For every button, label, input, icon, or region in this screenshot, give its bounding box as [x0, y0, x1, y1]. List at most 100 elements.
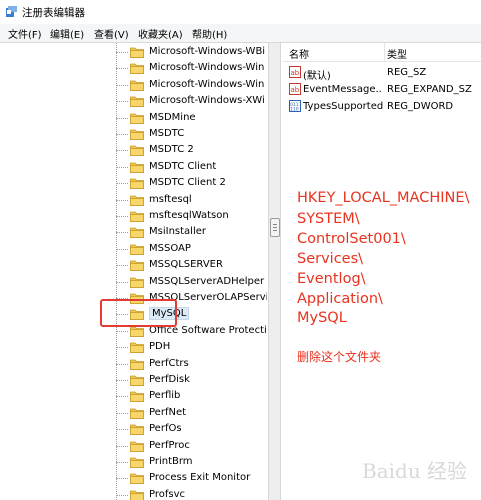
tree-item[interactable]: MSDTC Client	[116, 159, 266, 175]
folder-icon	[130, 441, 144, 452]
tree-item[interactable]: PerfDisk	[116, 372, 266, 388]
tree-item-label: MSDTC Client 2	[149, 177, 226, 189]
tree-item[interactable]: PrintBrm	[116, 454, 266, 470]
annotation-path-line: Application\	[297, 291, 383, 307]
value-name: (默认)	[303, 71, 331, 82]
tree-item-label: MSDMine	[149, 111, 196, 123]
tree-item[interactable]: PerfNet	[116, 405, 266, 421]
tree-item-label: MSSQLServerADHelper	[149, 275, 265, 287]
annotation-path-line: Eventlog\	[297, 271, 366, 287]
tree-item[interactable]: Microsoft-Windows-Win	[116, 60, 266, 76]
window-title: 注册表编辑器	[22, 7, 85, 19]
folder-icon	[130, 162, 144, 173]
tree-item[interactable]: MSSQLSERVER	[116, 257, 266, 273]
tree-item-label: Microsoft-Windows-Win	[149, 62, 265, 74]
menu-help[interactable]: 帮助(H)	[192, 26, 227, 41]
annotation-path-line: ControlSet001\	[297, 231, 406, 247]
menu-view[interactable]: 查看(V)	[94, 26, 129, 41]
folder-icon	[130, 424, 144, 436]
value-row[interactable]: ab EventMessage... REG_EXPAND_SZ	[283, 81, 481, 98]
tree-item-label: PDH	[149, 341, 171, 353]
tree-connector	[116, 101, 128, 103]
folder-icon	[130, 375, 144, 386]
tree-item[interactable]: Process Exit Monitor	[116, 470, 266, 486]
menu-file[interactable]: 文件(F)	[8, 26, 42, 41]
column-type-header[interactable]: 类型	[387, 46, 407, 61]
tree-connector	[116, 232, 128, 234]
tree-item[interactable]: Profsvc	[116, 487, 266, 500]
tree-connector	[116, 216, 128, 217]
tree-item[interactable]: msftesql	[116, 192, 266, 208]
tree-connector	[116, 396, 128, 398]
menu-edit[interactable]: 编辑(E)	[50, 26, 84, 41]
tree-item-label: MSSOAP	[149, 242, 191, 254]
tree-item[interactable]: PerfOs	[116, 421, 266, 437]
folder-icon	[130, 113, 144, 124]
tree-item[interactable]: PerfProc	[116, 438, 266, 454]
scrollbar-thumb[interactable]	[270, 218, 280, 237]
tree-item-label: PerfCtrs	[149, 357, 189, 369]
tree-item-label: PerfProc	[149, 439, 190, 451]
folder-icon	[130, 195, 144, 206]
watermark: Baidu 经验	[362, 459, 468, 483]
tree-item[interactable]: MSDTC Client 2	[116, 175, 266, 191]
tree-item[interactable]: msftesqlWatson	[116, 208, 266, 224]
tree-item[interactable]: Microsoft-Windows-WBi	[116, 44, 266, 60]
tree-connector	[116, 134, 128, 135]
tree-connector	[116, 265, 128, 267]
tree-connector	[116, 347, 128, 349]
tree-item-label: MSDTC Client	[149, 160, 217, 172]
folder-icon	[130, 457, 144, 468]
svg-text:ab: ab	[291, 86, 300, 94]
folder-icon	[130, 490, 144, 500]
folder-icon	[130, 342, 144, 354]
folder-icon	[130, 359, 144, 370]
value-row[interactable]: 011 110 TypesSupported REG_DWORD	[283, 98, 481, 115]
tree-item[interactable]: MSDMine	[116, 110, 266, 126]
folder-icon	[130, 391, 144, 403]
tree-scrollbar[interactable]	[268, 43, 281, 500]
folder-icon	[130, 227, 144, 239]
value-name: EventMessage...	[303, 84, 383, 95]
menu-bar: 文件(F) 编辑(E) 查看(V) 收藏夹(A) 帮助(H)	[0, 24, 481, 43]
tree-item[interactable]: PDH	[116, 339, 266, 355]
tree-connector	[116, 199, 128, 201]
regedit-app-icon	[6, 6, 17, 17]
tree-item[interactable]: Microsoft-Windows-Win	[116, 77, 266, 93]
tree-item-label: Microsoft-Windows-WBi	[149, 46, 266, 57]
tree-connector	[116, 150, 128, 152]
tree-item[interactable]: Microsoft-Windows-XWi	[116, 93, 266, 109]
value-type: REG_SZ	[387, 67, 427, 78]
folder-icon	[130, 178, 144, 190]
tree-connector	[116, 330, 128, 332]
string-value-icon: ab	[289, 83, 301, 95]
tree-connector	[116, 494, 128, 496]
tree-item-label: Process Exit Monitor	[149, 472, 251, 484]
tree-item-label: MSDTC	[149, 128, 185, 139]
svg-text:110: 110	[290, 107, 299, 113]
menu-favorites[interactable]: 收藏夹(A)	[138, 26, 183, 41]
folder-icon	[130, 129, 144, 140]
tree-item[interactable]: MSDTC 2	[116, 142, 266, 158]
tree-item-label: MsiInstaller	[149, 226, 206, 238]
column-name-header[interactable]: 名称	[289, 46, 309, 61]
tree-item[interactable]: Perflib	[116, 388, 266, 404]
tree-connector	[116, 380, 128, 381]
tree-item[interactable]: MSDTC	[116, 126, 266, 142]
tree-connector	[116, 412, 128, 414]
value-type: REG_EXPAND_SZ	[387, 84, 472, 95]
tree-connector	[116, 363, 128, 365]
value-row[interactable]: ab (默认) REG_SZ	[283, 64, 481, 82]
tree-item-label: PrintBrm	[149, 456, 193, 467]
key-tree-pane[interactable]: Microsoft-Windows-WBi Microsoft-Windows-W…	[0, 43, 268, 500]
tree-item[interactable]: PerfCtrs	[116, 356, 266, 372]
tree-item[interactable]: MsiInstaller	[116, 224, 266, 240]
folder-icon	[130, 96, 144, 108]
tree-connector	[116, 117, 128, 119]
svg-text:ab: ab	[291, 69, 300, 77]
folder-icon	[130, 145, 144, 157]
tree-item[interactable]: MSSOAP	[116, 241, 266, 257]
tree-item-label: PerfDisk	[149, 374, 190, 385]
tree-item[interactable]: MSSQLServerADHelper	[116, 274, 266, 290]
annotation-path-line: Services\	[297, 251, 364, 267]
